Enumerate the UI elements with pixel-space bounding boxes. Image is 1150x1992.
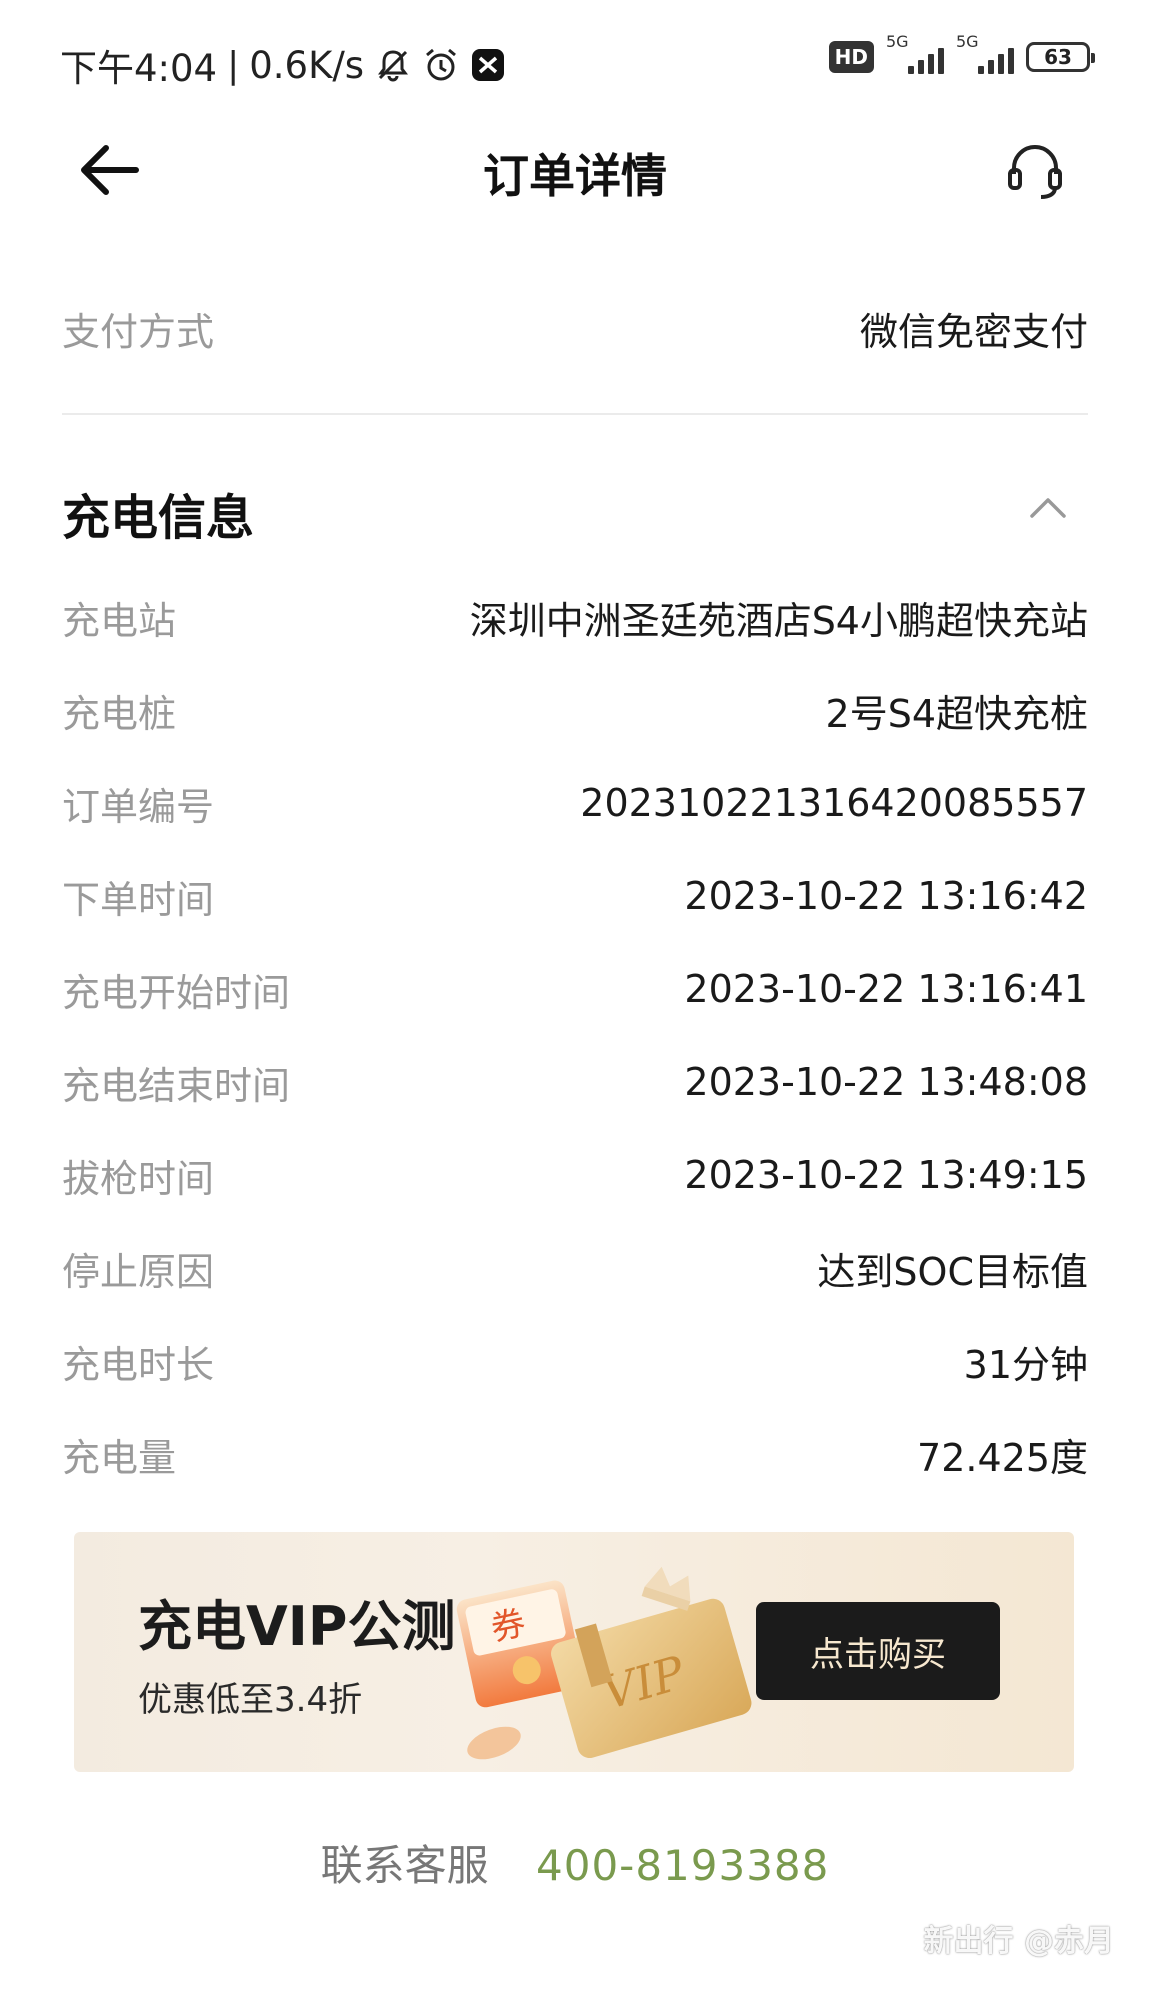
info-value: 2号S4超快充桩 (825, 691, 1088, 736)
info-row-pile: 充电桩 2号S4超快充桩 (62, 680, 1088, 740)
info-label: 充电结束时间 (62, 1063, 291, 1108)
sim2-signal-icon: 5G (956, 32, 1014, 74)
info-row-unplug-time: 拔枪时间 2023-10-22 13:49:15 (62, 1145, 1088, 1205)
info-value: 2023-10-22 13:16:42 (684, 874, 1088, 918)
status-separator: | (227, 44, 240, 86)
payment-method-value: 微信免密支付 (859, 309, 1088, 354)
customer-service-button[interactable] (1004, 140, 1066, 202)
payment-method-row: 支付方式 微信免密支付 (62, 298, 1088, 358)
sim1-signal-icon: 5G (886, 32, 944, 74)
banner-title: 充电VIP公测 (138, 1595, 456, 1658)
status-time: 下午4:04 (60, 47, 218, 90)
status-bar-right: HD 5G 5G 63 (828, 32, 1095, 74)
divider (62, 413, 1088, 415)
app-notification-icon (470, 47, 506, 83)
headset-icon (1008, 145, 1062, 199)
info-value: 72.425度 (917, 1435, 1088, 1480)
info-value: 202310221316420085557 (580, 781, 1088, 825)
info-label: 充电桩 (62, 691, 177, 736)
info-label: 下单时间 (62, 877, 215, 922)
mute-bell-icon (374, 46, 412, 84)
info-row-start-time: 充电开始时间 2023-10-22 13:16:41 (62, 959, 1088, 1019)
status-bar: 下午4:04 | 0.6K/s HD 5G 5G 63 (0, 0, 1150, 120)
info-row-order-number: 订单编号 202310221316420085557 (62, 773, 1088, 833)
info-value: 31分钟 (963, 1342, 1088, 1387)
status-bar-left: 下午4:04 | 0.6K/s (60, 38, 506, 92)
watermark: 新出行 @赤月 (923, 1924, 1114, 1959)
contact-service: 联系客服 400-8193388 (0, 1832, 1150, 1893)
alarm-clock-icon (422, 46, 460, 84)
contact-phone-link[interactable]: 400-8193388 (536, 1841, 829, 1890)
payment-method-label: 支付方式 (62, 309, 215, 354)
hd-voice-badge: HD (828, 41, 874, 73)
info-value: 深圳中洲圣廷苑酒店S4小鹏超快充站 (469, 598, 1088, 643)
battery-level: 63 (1044, 45, 1072, 69)
info-label: 充电开始时间 (62, 970, 291, 1015)
vip-promo-banner[interactable]: 充电VIP公测 优惠低至3.4折 券 VIP 点击购买 (74, 1532, 1074, 1772)
charging-info-title: 充电信息 (62, 490, 255, 546)
collapse-button[interactable] (1026, 492, 1070, 524)
banner-subtitle: 优惠低至3.4折 (138, 1680, 363, 1720)
info-label: 拔枪时间 (62, 1156, 215, 1201)
info-row-station: 充电站 深圳中洲圣廷苑酒店S4小鹏超快充站 (62, 587, 1088, 647)
nav-header: 订单详情 (0, 120, 1150, 220)
info-label: 停止原因 (62, 1249, 215, 1294)
info-row-order-time: 下单时间 2023-10-22 13:16:42 (62, 866, 1088, 926)
network-speed: 0.6K/s (249, 43, 365, 87)
battery-icon: 63 (1026, 42, 1095, 72)
info-row-duration: 充电时长 31分钟 (62, 1331, 1088, 1391)
info-value: 达到SOC目标值 (817, 1249, 1088, 1294)
info-value: 2023-10-22 13:48:08 (684, 1060, 1088, 1104)
info-label: 充电量 (62, 1435, 177, 1480)
info-label: 充电站 (62, 598, 177, 643)
info-label: 订单编号 (62, 784, 215, 829)
info-value: 2023-10-22 13:49:15 (684, 1153, 1088, 1197)
contact-label: 联系客服 (320, 1841, 489, 1890)
buy-vip-button[interactable]: 点击购买 (756, 1602, 1000, 1700)
info-label: 充电时长 (62, 1342, 215, 1387)
info-row-end-time: 充电结束时间 2023-10-22 13:48:08 (62, 1052, 1088, 1112)
info-row-energy: 充电量 72.425度 (62, 1424, 1088, 1484)
page-title: 订单详情 (483, 149, 667, 203)
info-row-stop-reason: 停止原因 达到SOC目标值 (62, 1238, 1088, 1298)
info-value: 2023-10-22 13:16:41 (684, 967, 1088, 1011)
chevron-up-icon (1030, 498, 1066, 518)
